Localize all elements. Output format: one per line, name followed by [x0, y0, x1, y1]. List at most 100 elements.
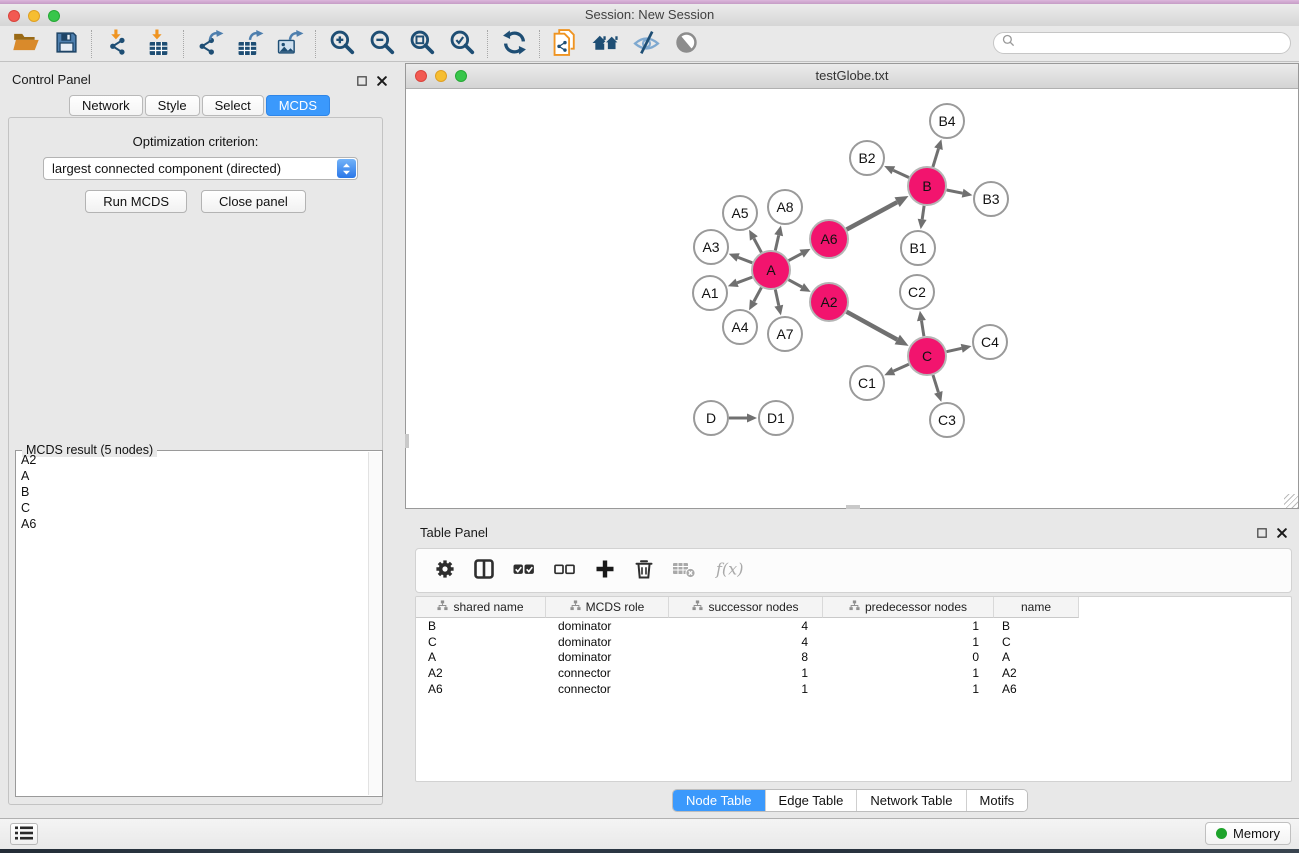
deselect-all-rows-button[interactable] [553, 559, 577, 583]
export-image-button[interactable] [270, 28, 310, 60]
show-all-views-button[interactable] [586, 28, 626, 60]
tab-style[interactable]: Style [145, 95, 200, 116]
graph-edge-A-A7[interactable] [775, 290, 779, 306]
criterion-select[interactable]: largest connected component (directed) [43, 157, 358, 180]
table-row[interactable]: A6connector11A6 [416, 681, 1291, 697]
column-header-MCDS-role[interactable]: MCDS role [546, 597, 669, 618]
memory-button[interactable]: Memory [1205, 822, 1291, 845]
search-field[interactable] [993, 32, 1291, 54]
column-header-name[interactable]: name [994, 597, 1079, 618]
mcds-result-scrollbar[interactable] [368, 452, 382, 795]
mcds-result-item[interactable]: C [16, 500, 369, 516]
mcds-result-item[interactable]: B [16, 484, 369, 500]
graph-edge-A-A3[interactable] [738, 257, 752, 262]
zoom-in-button[interactable] [322, 28, 362, 60]
import-table-from-file-button[interactable] [138, 28, 178, 60]
refresh-layout-button[interactable] [494, 28, 534, 60]
graph-node-B2[interactable]: B2 [850, 141, 884, 175]
network-from-selection-button[interactable] [546, 28, 586, 60]
tab-mcds[interactable]: MCDS [266, 95, 330, 116]
delete-columns-button[interactable] [633, 558, 655, 583]
export-network-button[interactable] [190, 28, 230, 60]
split-panel-button[interactable] [473, 558, 495, 583]
window-edge-grip[interactable] [846, 505, 860, 509]
graph-node-A3[interactable]: A3 [694, 230, 728, 264]
graph-node-A8[interactable]: A8 [768, 190, 802, 224]
close-panel-icon[interactable] [1277, 525, 1287, 543]
graph-node-A5[interactable]: A5 [723, 196, 757, 230]
graph-edge-A-A6[interactable] [789, 254, 802, 261]
column-header-successor-nodes[interactable]: successor nodes [669, 597, 823, 618]
tab-motifs[interactable]: Motifs [966, 790, 1028, 811]
graph-node-C2[interactable]: C2 [900, 275, 934, 309]
graph-edge-A-A1[interactable] [737, 277, 752, 283]
graph-node-A7[interactable]: A7 [768, 317, 802, 351]
graph-node-B4[interactable]: B4 [930, 104, 964, 138]
graph-edge-A-A4[interactable] [754, 288, 762, 302]
show-graphics-details-button[interactable] [666, 28, 706, 60]
float-panel-icon[interactable] [1257, 525, 1267, 543]
open-file-button[interactable] [6, 28, 46, 60]
window-edge-grip[interactable] [405, 434, 409, 448]
window-resize-grip[interactable] [1284, 494, 1298, 508]
graph-edge-B-B1[interactable] [922, 206, 924, 220]
column-header-shared-name[interactable]: shared name [416, 597, 546, 618]
graph-edge-A2-C[interactable] [847, 312, 898, 340]
mcds-result-item[interactable]: A2 [16, 452, 369, 468]
graph-node-B1[interactable]: B1 [901, 231, 935, 265]
graph-node-A2[interactable]: A2 [810, 283, 848, 321]
graph-edge-A-A2[interactable] [789, 280, 802, 287]
float-panel-icon[interactable] [357, 73, 367, 91]
search-input[interactable] [1020, 35, 1290, 51]
graph-edge-C-C1[interactable] [893, 364, 908, 371]
graph-node-B[interactable]: B [908, 167, 946, 205]
graph-node-A1[interactable]: A1 [693, 276, 727, 310]
graph-node-C1[interactable]: C1 [850, 366, 884, 400]
table-settings-button[interactable] [434, 558, 456, 583]
zoom-selected-button[interactable] [442, 28, 482, 60]
graph-node-D1[interactable]: D1 [759, 401, 793, 435]
graph-node-A[interactable]: A [752, 251, 790, 289]
graph-node-D[interactable]: D [694, 401, 728, 435]
export-table-button[interactable] [230, 28, 270, 60]
mcds-result-item[interactable]: A6 [16, 516, 369, 532]
table-row[interactable]: A2connector11A2 [416, 665, 1291, 681]
table-row[interactable]: Bdominator41B [416, 618, 1291, 634]
zoom-fit-button[interactable] [402, 28, 442, 60]
graph-edge-A-A8[interactable] [775, 235, 778, 250]
task-history-button[interactable] [10, 823, 38, 845]
graph-edge-B-B4[interactable] [933, 149, 939, 167]
graph-edge-B-B2[interactable] [893, 170, 909, 177]
tab-edge-table[interactable]: Edge Table [765, 790, 857, 811]
table-row[interactable]: Adominator80A [416, 650, 1291, 666]
run-mcds-button[interactable]: Run MCDS [85, 190, 187, 213]
close-panel-button[interactable]: Close panel [201, 190, 306, 213]
hide-graphics-details-button[interactable] [626, 28, 666, 60]
zoom-out-button[interactable] [362, 28, 402, 60]
graph-edge-C-C2[interactable] [922, 321, 924, 337]
create-new-column-button[interactable] [594, 558, 616, 583]
graph-node-A4[interactable]: A4 [723, 310, 757, 344]
graph-edge-A-A5[interactable] [754, 239, 762, 253]
table-row[interactable]: Cdominator41C [416, 634, 1291, 650]
graph-node-C3[interactable]: C3 [930, 403, 964, 437]
titlebar[interactable]: Session: New Session [0, 4, 1299, 27]
tab-node-table[interactable]: Node Table [673, 790, 765, 811]
import-network-from-file-button[interactable] [98, 28, 138, 60]
graph-node-C[interactable]: C [908, 337, 946, 375]
tab-network-table[interactable]: Network Table [856, 790, 965, 811]
mcds-result-list[interactable]: A2ABCA6 [16, 452, 369, 796]
graph-edge-C-C3[interactable] [933, 375, 938, 392]
graph-node-C4[interactable]: C4 [973, 325, 1007, 359]
select-all-rows-button[interactable] [512, 559, 536, 583]
tab-select[interactable]: Select [202, 95, 264, 116]
graph-edge-C-C4[interactable] [947, 348, 962, 351]
network-window-titlebar[interactable]: testGlobe.txt [406, 64, 1298, 89]
graph-node-B3[interactable]: B3 [974, 182, 1008, 216]
save-session-button[interactable] [46, 28, 86, 60]
graph-node-A6[interactable]: A6 [810, 220, 848, 258]
tab-network[interactable]: Network [69, 95, 143, 116]
network-canvas[interactable]: B4 B2 B B3 A5 A8A6 A3 B1 A A1 C2 A2 A4 A7 C4 C C1 C3 D D1 [406, 89, 1298, 508]
close-panel-icon[interactable] [377, 73, 387, 91]
mcds-result-item[interactable]: A [16, 468, 369, 484]
